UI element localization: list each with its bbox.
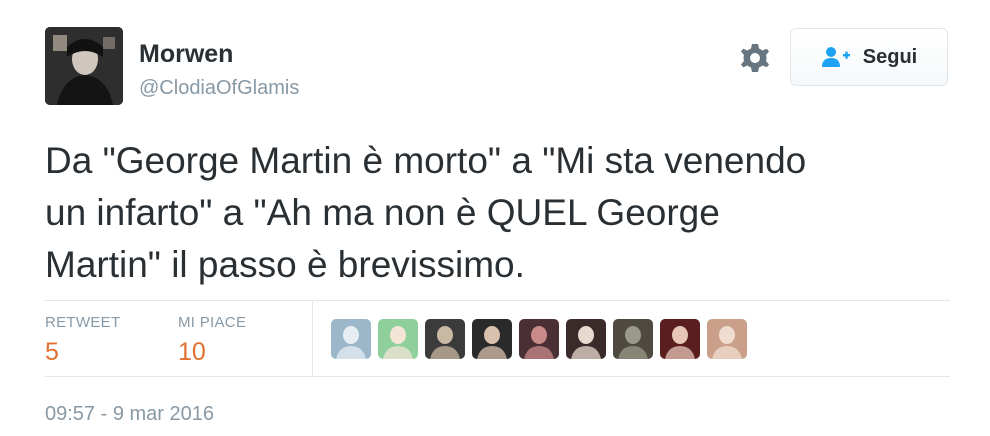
stats-top-divider — [45, 300, 950, 301]
stats-bottom-divider — [45, 376, 950, 377]
liker-portrait-icon — [331, 319, 371, 359]
liker-portrait-icon — [660, 319, 700, 359]
tweet-timestamp[interactable]: 09:57 - 9 mar 2016 — [45, 402, 214, 426]
retweet-label: RETWEET — [45, 314, 121, 331]
liker-avatar-3[interactable] — [425, 319, 465, 359]
tweet-text-line-1: Da "George Martin è morto" a "Mi sta ven… — [45, 140, 807, 181]
gear-icon[interactable] — [738, 41, 772, 75]
liker-portrait-icon — [519, 319, 559, 359]
liker-avatar-1[interactable] — [331, 319, 371, 359]
liker-portrait-icon — [425, 319, 465, 359]
liker-portrait-icon — [613, 319, 653, 359]
liker-portrait-icon — [378, 319, 418, 359]
liker-portrait-icon — [472, 319, 512, 359]
tweet-text-line-3: Martin" il passo è brevissimo. — [45, 244, 525, 285]
liker-avatar-9[interactable] — [707, 319, 747, 359]
tweet-text: Da "George Martin è morto" a "Mi sta ven… — [45, 135, 945, 291]
liker-avatar-6[interactable] — [566, 319, 606, 359]
user-handle[interactable]: @ClodiaOfGlamis — [139, 76, 299, 100]
follow-person-plus-icon — [821, 47, 850, 67]
stats-vertical-divider — [312, 301, 313, 376]
tweet-text-line-2: un infarto" a "Ah ma non è QUEL George — [45, 192, 720, 233]
likers-avatar-row — [331, 319, 747, 359]
liker-avatar-4[interactable] — [472, 319, 512, 359]
liker-avatar-7[interactable] — [613, 319, 653, 359]
user-avatar[interactable] — [45, 27, 123, 105]
follow-button-label: Segui — [862, 45, 918, 68]
liker-portrait-icon — [566, 319, 606, 359]
likes-stat[interactable]: MI PIACE 10 — [178, 314, 246, 367]
follow-button[interactable]: Segui — [790, 28, 948, 86]
retweet-stat[interactable]: RETWEET 5 — [45, 314, 120, 367]
avatar-portrait-icon — [45, 27, 123, 105]
tweet-card: Morwen @ClodiaOfGlamis Segui Da "George … — [0, 0, 990, 436]
display-name[interactable]: Morwen — [139, 40, 233, 68]
liker-avatar-2[interactable] — [378, 319, 418, 359]
likes-label: MI PIACE — [178, 314, 247, 331]
liker-avatar-5[interactable] — [519, 319, 559, 359]
liker-portrait-icon — [707, 319, 747, 359]
likes-count: 10 — [178, 338, 206, 366]
liker-avatar-8[interactable] — [660, 319, 700, 359]
retweet-count: 5 — [45, 338, 59, 366]
